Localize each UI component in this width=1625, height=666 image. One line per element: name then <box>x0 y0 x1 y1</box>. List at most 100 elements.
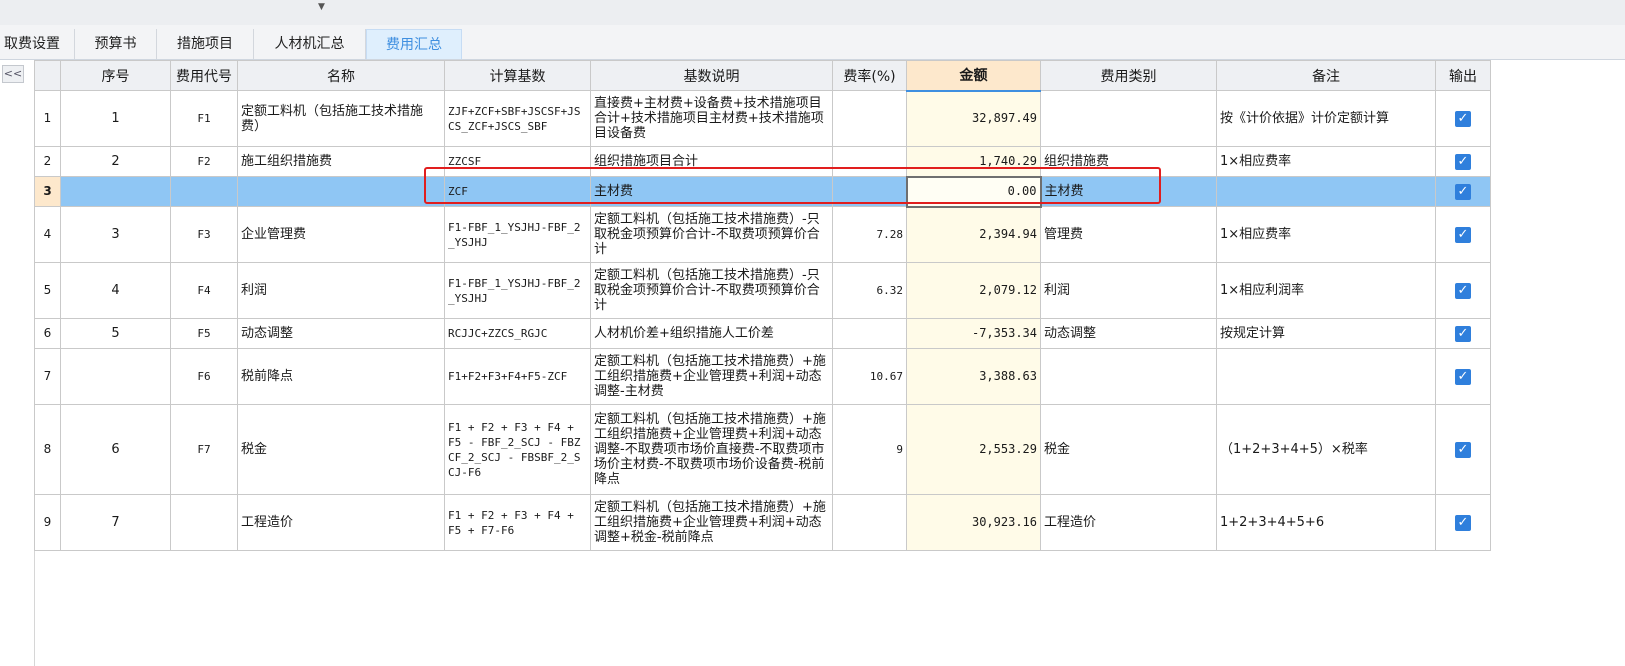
remark-cell[interactable]: 1×相应利润率 <box>1216 262 1436 319</box>
output-checkbox[interactable]: ✓ <box>1455 226 1471 243</box>
row-number[interactable]: 5 <box>34 262 61 319</box>
name-cell[interactable]: 施工组织措施费 <box>237 146 445 177</box>
row-number[interactable]: 3 <box>34 176 61 207</box>
output-checkbox[interactable]: ✓ <box>1455 368 1471 385</box>
table-row[interactable]: 6 5 F5 动态调整 RCJJC+ZZCS_RGJC 人材机价差+组织措施人工… <box>34 318 1491 349</box>
table-row[interactable]: 5 4 F4 利润 F1-FBF_1_YSJHJ-FBF_2_YSJHJ 定额工… <box>34 262 1491 319</box>
output-checkbox[interactable]: ✓ <box>1455 325 1471 342</box>
row-number[interactable]: 7 <box>34 348 61 405</box>
category-cell[interactable] <box>1040 90 1217 147</box>
desc-cell[interactable]: 定额工料机（包括施工技术措施费）+施工组织措施费+企业管理费+利润+动态调整-不… <box>590 404 833 495</box>
seq-cell[interactable] <box>60 176 171 207</box>
rate-cell[interactable] <box>832 90 907 147</box>
table-row[interactable]: 9 7 工程造价 F1 + F2 + F3 + F4 + F5 + F7-F6 … <box>34 494 1491 551</box>
seq-cell[interactable]: 2 <box>60 146 171 177</box>
desc-cell[interactable]: 人材机价差+组织措施人工价差 <box>590 318 833 349</box>
category-cell[interactable]: 管理费 <box>1040 206 1217 263</box>
base-cell[interactable]: F1-FBF_1_YSJHJ-FBF_2_YSJHJ <box>444 262 591 319</box>
amount-cell[interactable]: 3,388.63 <box>906 348 1041 405</box>
base-cell[interactable]: ZZCSF <box>444 146 591 177</box>
seq-cell[interactable]: 5 <box>60 318 171 349</box>
base-cell[interactable]: F1 + F2 + F3 + F4 + F5 - FBF_2_SCJ - FBZ… <box>444 404 591 495</box>
category-cell[interactable]: 主材费 <box>1040 176 1217 207</box>
header-remark[interactable]: 备注 <box>1216 60 1436 91</box>
amount-cell[interactable]: 30,923.16 <box>906 494 1041 551</box>
base-cell[interactable]: ZJF+ZCF+SBF+JSCSF+JSCS_ZCF+JSCS_SBF <box>444 90 591 147</box>
remark-cell[interactable] <box>1216 348 1436 405</box>
desc-cell[interactable]: 定额工料机（包括施工技术措施费）-只取税金项预算价合计-不取费项预算价合计 <box>590 262 833 319</box>
table-row[interactable]: 1 1 F1 定额工料机（包括施工技术措施费） ZJF+ZCF+SBF+JSCS… <box>34 90 1491 147</box>
row-number[interactable]: 9 <box>34 494 61 551</box>
category-cell[interactable] <box>1040 348 1217 405</box>
table-row[interactable]: 8 6 F7 税金 F1 + F2 + F3 + F4 + F5 - FBF_2… <box>34 404 1491 495</box>
code-cell[interactable]: F3 <box>170 206 238 263</box>
rate-cell[interactable]: 7.28 <box>832 206 907 263</box>
header-name[interactable]: 名称 <box>237 60 445 91</box>
seq-cell[interactable]: 1 <box>60 90 171 147</box>
collapse-panel-button[interactable]: << <box>2 65 24 83</box>
name-cell[interactable]: 利润 <box>237 262 445 319</box>
row-number[interactable]: 8 <box>34 404 61 495</box>
output-checkbox[interactable]: ✓ <box>1455 153 1471 170</box>
name-cell[interactable]: 定额工料机（包括施工技术措施费） <box>237 90 445 147</box>
header-rate[interactable]: 费率(%) <box>832 60 907 91</box>
row-number[interactable]: 4 <box>34 206 61 263</box>
tab-budget-book[interactable]: 预算书 <box>75 29 157 59</box>
base-cell[interactable]: F1-FBF_1_YSJHJ-FBF_2_YSJHJ <box>444 206 591 263</box>
name-cell[interactable]: 税金 <box>237 404 445 495</box>
tab-fee-settings[interactable]: 取费设置 <box>0 29 75 59</box>
header-base-desc[interactable]: 基数说明 <box>590 60 833 91</box>
code-cell[interactable] <box>170 176 238 207</box>
name-cell[interactable]: 税前降点 <box>237 348 445 405</box>
name-cell[interactable]: 动态调整 <box>237 318 445 349</box>
desc-cell[interactable]: 定额工料机（包括施工技术措施费）+施工组织措施费+企业管理费+利润+动态调整+税… <box>590 494 833 551</box>
name-cell[interactable]: 工程造价 <box>237 494 445 551</box>
amount-cell[interactable]: 2,553.29 <box>906 404 1041 495</box>
base-cell[interactable]: RCJJC+ZZCS_RGJC <box>444 318 591 349</box>
rate-cell[interactable]: 10.67 <box>832 348 907 405</box>
amount-cell-editing[interactable]: 0.00 <box>905 175 1042 208</box>
seq-cell[interactable]: 3 <box>60 206 171 263</box>
amount-cell[interactable]: -7,353.34 <box>906 318 1041 349</box>
amount-cell[interactable]: 2,079.12 <box>906 262 1041 319</box>
seq-cell[interactable]: 4 <box>60 262 171 319</box>
header-fee-code[interactable]: 费用代号 <box>170 60 238 91</box>
header-fee-category[interactable]: 费用类别 <box>1040 60 1217 91</box>
table-row[interactable]: 7 F6 税前降点 F1+F2+F3+F4+F5-ZCF 定额工料机（包括施工技… <box>34 348 1491 405</box>
code-cell[interactable]: F5 <box>170 318 238 349</box>
output-checkbox[interactable]: ✓ <box>1455 110 1471 127</box>
output-checkbox[interactable]: ✓ <box>1455 514 1471 531</box>
rate-cell[interactable] <box>832 494 907 551</box>
base-cell[interactable]: F1+F2+F3+F4+F5-ZCF <box>444 348 591 405</box>
category-cell[interactable]: 工程造价 <box>1040 494 1217 551</box>
desc-cell[interactable]: 定额工料机（包括施工技术措施费）+施工组织措施费+企业管理费+利润+动态调整-主… <box>590 348 833 405</box>
desc-cell[interactable]: 直接费+主材费+设备费+技术措施项目合计+技术措施项目主材费+技术措施项目设备费 <box>590 90 833 147</box>
category-cell[interactable]: 动态调整 <box>1040 318 1217 349</box>
category-cell[interactable]: 利润 <box>1040 262 1217 319</box>
code-cell[interactable] <box>170 494 238 551</box>
row-number[interactable]: 1 <box>34 90 61 147</box>
output-checkbox[interactable]: ✓ <box>1455 183 1471 200</box>
desc-cell[interactable]: 组织措施项目合计 <box>590 146 833 177</box>
rate-cell[interactable] <box>832 176 907 207</box>
base-cell[interactable]: ZCF <box>444 176 591 207</box>
rate-cell[interactable]: 9 <box>832 404 907 495</box>
table-row[interactable]: 4 3 F3 企业管理费 F1-FBF_1_YSJHJ-FBF_2_YSJHJ … <box>34 206 1491 263</box>
amount-cell[interactable]: 32,897.49 <box>906 90 1041 147</box>
rate-cell[interactable]: 6.32 <box>832 262 907 319</box>
header-amount[interactable]: 金额 <box>906 60 1041 92</box>
remark-cell[interactable]: 按规定计算 <box>1216 318 1436 349</box>
row-number[interactable]: 6 <box>34 318 61 349</box>
amount-cell[interactable]: 2,394.94 <box>906 206 1041 263</box>
header-seq[interactable]: 序号 <box>60 60 171 91</box>
output-checkbox[interactable]: ✓ <box>1455 282 1471 299</box>
row-number[interactable]: 2 <box>34 146 61 177</box>
code-cell[interactable]: F2 <box>170 146 238 177</box>
seq-cell[interactable]: 7 <box>60 494 171 551</box>
base-cell[interactable]: F1 + F2 + F3 + F4 + F5 + F7-F6 <box>444 494 591 551</box>
code-cell[interactable]: F1 <box>170 90 238 147</box>
name-cell[interactable] <box>237 176 445 207</box>
remark-cell[interactable]: 1×相应费率 <box>1216 206 1436 263</box>
seq-cell[interactable] <box>60 348 171 405</box>
category-cell[interactable]: 税金 <box>1040 404 1217 495</box>
